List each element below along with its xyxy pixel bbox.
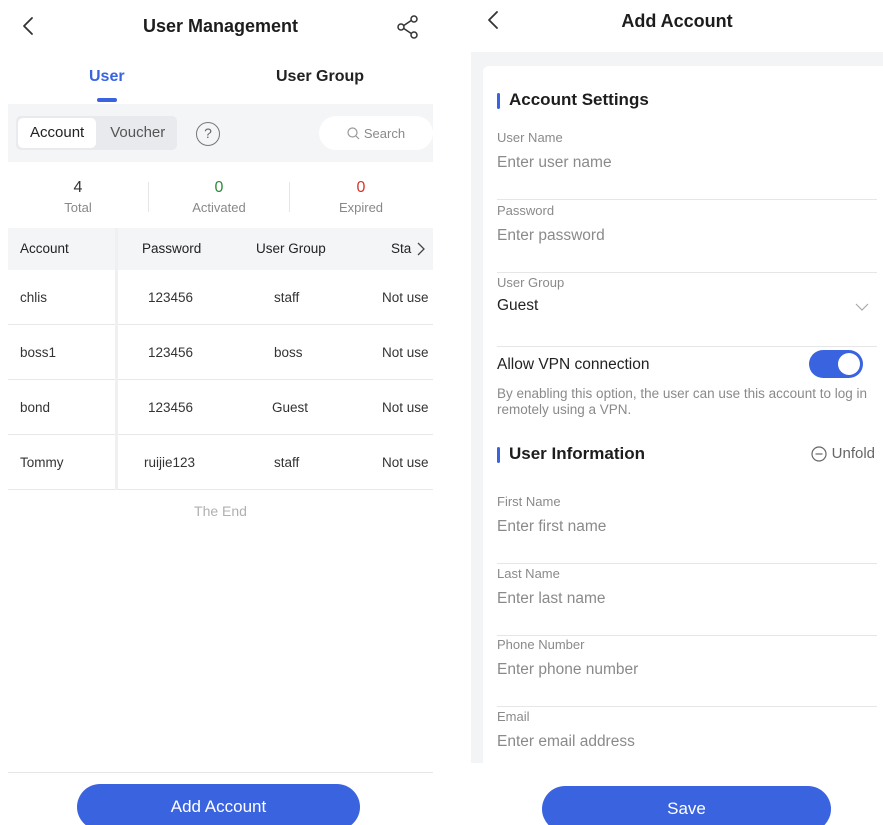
segment-account[interactable]: Account bbox=[18, 118, 97, 148]
section-title-account-settings: Account Settings bbox=[497, 90, 649, 110]
form-container: Account Settings User Name Password User… bbox=[471, 52, 883, 763]
chevron-right-icon[interactable] bbox=[417, 242, 425, 256]
filter-bar: Account Voucher ? Search bbox=[8, 104, 433, 162]
stat-expired-label: Expired bbox=[338, 200, 384, 215]
cell-user-group: staff bbox=[274, 290, 300, 305]
unfold-button[interactable]: Unfold bbox=[811, 445, 875, 462]
footer-divider bbox=[8, 772, 433, 773]
password-input[interactable] bbox=[497, 223, 877, 249]
header: Add Account bbox=[471, 0, 883, 52]
chevron-down-icon[interactable] bbox=[855, 303, 869, 311]
page-title: User Management bbox=[142, 16, 299, 36]
first-name-input[interactable] bbox=[497, 514, 877, 540]
segment-voucher[interactable]: Voucher bbox=[98, 116, 177, 150]
cell-user-group: Guest bbox=[272, 400, 309, 415]
stat-activated-value: 0 bbox=[214, 179, 224, 196]
table-row[interactable]: chlis 123456 staff Not use bbox=[8, 270, 433, 325]
user-group-label: User Group bbox=[497, 275, 565, 290]
first-name-label: First Name bbox=[497, 494, 561, 509]
email-label: Email bbox=[497, 709, 530, 724]
share-icon[interactable] bbox=[395, 14, 421, 40]
toggle-knob bbox=[838, 353, 860, 375]
cell-user-group: staff bbox=[274, 455, 300, 470]
table-row[interactable]: bond 123456 Guest Not use bbox=[8, 380, 433, 435]
cell-user-group: boss bbox=[274, 345, 303, 360]
last-name-input[interactable] bbox=[497, 586, 877, 612]
vpn-toggle[interactable] bbox=[809, 350, 863, 378]
cell-password: 123456 bbox=[148, 400, 194, 415]
cell-account: boss1 bbox=[20, 345, 57, 360]
stat-activated: 0 Activated bbox=[149, 178, 289, 215]
search-icon bbox=[347, 126, 360, 139]
cell-account: chlis bbox=[20, 290, 48, 305]
cell-status: Not use bbox=[382, 290, 429, 305]
form-card: Account Settings User Name Password User… bbox=[483, 66, 883, 763]
phone-number-field: Phone Number bbox=[497, 637, 877, 707]
user-group-value: Guest bbox=[497, 297, 539, 314]
unfold-label: Unfold bbox=[831, 445, 875, 462]
user-name-field: User Name bbox=[497, 130, 877, 200]
column-header-account: Account bbox=[20, 241, 69, 256]
cell-status: Not use bbox=[382, 400, 429, 415]
stat-total-value: 4 bbox=[73, 179, 83, 196]
search-input[interactable]: Search bbox=[319, 116, 433, 150]
password-label: Password bbox=[497, 203, 555, 218]
user-name-label: User Name bbox=[497, 130, 563, 145]
cell-password: 123456 bbox=[148, 290, 194, 305]
minus-circle-icon bbox=[811, 445, 827, 462]
page-title: Add Account bbox=[621, 11, 733, 31]
cell-account: bond bbox=[20, 400, 51, 415]
column-header-user-group: User Group bbox=[256, 241, 326, 256]
last-name-field: Last Name bbox=[497, 566, 877, 636]
save-button[interactable]: Save bbox=[542, 786, 831, 825]
help-icon[interactable]: ? bbox=[196, 122, 220, 146]
table-row[interactable]: boss1 123456 boss Not use bbox=[8, 325, 433, 380]
cell-status: Not use bbox=[382, 345, 429, 360]
search-placeholder: Search bbox=[363, 125, 406, 141]
stat-expired: 0 Expired bbox=[291, 178, 431, 215]
stat-total-label: Total bbox=[64, 200, 92, 215]
tab-user[interactable]: User bbox=[89, 68, 125, 86]
segment-control: Account Voucher bbox=[16, 116, 178, 150]
last-name-label: Last Name bbox=[497, 566, 560, 581]
cell-status: Not use bbox=[382, 455, 429, 470]
active-tab-indicator bbox=[97, 98, 117, 102]
stat-divider bbox=[289, 182, 290, 212]
email-input[interactable] bbox=[497, 729, 877, 755]
user-group-field[interactable]: User Group Guest bbox=[497, 275, 877, 347]
user-management-screen: User Management User User Group Account … bbox=[0, 0, 441, 825]
vpn-hint: By enabling this option, the user can us… bbox=[497, 386, 867, 417]
first-name-field: First Name bbox=[497, 494, 877, 564]
email-field: Email bbox=[497, 709, 877, 779]
header: User Management bbox=[0, 0, 441, 52]
stat-total: 4 Total bbox=[8, 178, 148, 215]
vpn-label: Allow VPN connection bbox=[497, 356, 650, 373]
tab-bar: User User Group bbox=[0, 58, 441, 102]
stat-activated-label: Activated bbox=[192, 200, 246, 215]
cell-account: Tommy bbox=[20, 455, 64, 470]
add-account-screen: Add Account Account Settings User Name P… bbox=[471, 0, 883, 825]
password-field: Password bbox=[497, 203, 877, 273]
end-of-list: The End bbox=[194, 503, 247, 519]
section-title-user-information: User Information bbox=[497, 444, 645, 464]
column-header-status: Sta bbox=[391, 241, 412, 256]
phone-number-input[interactable] bbox=[497, 657, 877, 683]
add-account-button[interactable]: Add Account bbox=[77, 784, 360, 825]
cell-password: ruijie123 bbox=[144, 455, 196, 470]
user-name-input[interactable] bbox=[497, 150, 877, 176]
screen-gap bbox=[441, 0, 471, 825]
column-divider bbox=[115, 228, 118, 490]
tab-user-group[interactable]: User Group bbox=[276, 68, 364, 86]
stats-row: 4 Total 0 Activated 0 Expired bbox=[8, 170, 433, 226]
column-header-password: Password bbox=[142, 241, 202, 256]
cell-password: 123456 bbox=[148, 345, 194, 360]
stat-expired-value: 0 bbox=[356, 179, 366, 196]
table-header: Account Password User Group Sta bbox=[8, 228, 433, 270]
phone-number-label: Phone Number bbox=[497, 637, 585, 652]
table-row[interactable]: Tommy ruijie123 staff Not use bbox=[8, 435, 433, 490]
